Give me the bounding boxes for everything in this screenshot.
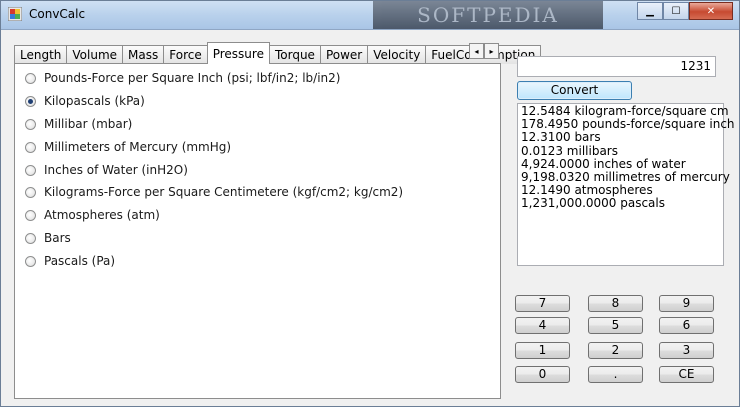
- radio-button[interactable]: [25, 186, 36, 198]
- maximize-button[interactable]: ☐: [663, 2, 689, 20]
- tab-scroll-left-icon[interactable]: ◂: [469, 43, 484, 59]
- key-4-button[interactable]: 4: [515, 317, 570, 334]
- key-8-button[interactable]: 8: [588, 295, 643, 312]
- tab-scroll-right-icon[interactable]: ▸: [484, 43, 499, 59]
- tab-volume[interactable]: Volume: [66, 45, 124, 64]
- key-decimal-button[interactable]: .: [588, 366, 643, 383]
- radio-label: Millimeters of Mercury (mmHg): [44, 140, 232, 154]
- tab-length[interactable]: Length: [14, 45, 68, 64]
- caption-buttons: ▁ ☐ ✕: [637, 2, 733, 21]
- tab-scroll-buttons: ◂ ▸: [469, 43, 499, 59]
- radio-label: Kilograms-Force per Square Centimetere (…: [44, 185, 404, 199]
- radio-button[interactable]: [25, 209, 36, 221]
- key-ce-button[interactable]: CE: [659, 366, 714, 383]
- radio-pascals[interactable]: Pascals (Pa): [25, 253, 115, 269]
- radio-atm[interactable]: Atmospheres (atm): [25, 207, 160, 223]
- convert-button[interactable]: Convert: [517, 81, 632, 100]
- tab-strip: Length Volume Mass Force Pressure Torque…: [14, 42, 542, 64]
- tab-force[interactable]: Force: [163, 45, 208, 64]
- radio-button[interactable]: [25, 72, 36, 84]
- window-title: ConvCalc: [29, 7, 86, 21]
- radio-label: Pounds-Force per Square Inch (psi; lbf/i…: [44, 71, 341, 85]
- radio-label: Millibar (mbar): [44, 117, 133, 131]
- app-window: ConvCalc SOFTPEDIA ▁ ☐ ✕ Length Volume M…: [0, 0, 740, 407]
- result-line: 0.0123 millibars: [521, 143, 618, 158]
- title-bar[interactable]: ConvCalc SOFTPEDIA ▁ ☐ ✕: [1, 1, 739, 30]
- radio-label: Inches of Water (inH2O): [44, 163, 188, 177]
- key-3-button[interactable]: 3: [659, 342, 714, 359]
- tab-power[interactable]: Power: [319, 45, 369, 64]
- tab-velocity[interactable]: Velocity: [367, 45, 427, 64]
- tab-mass[interactable]: Mass: [122, 45, 165, 64]
- tab-torque[interactable]: Torque: [268, 45, 321, 64]
- radio-label: Pascals (Pa): [44, 254, 116, 268]
- radio-label: Kilopascals (kPa): [44, 94, 145, 108]
- radio-bars[interactable]: Bars: [25, 230, 71, 246]
- key-9-button[interactable]: 9: [659, 295, 714, 312]
- app-icon: [8, 7, 22, 21]
- radio-inh2o[interactable]: Inches of Water (inH2O): [25, 162, 188, 178]
- close-button[interactable]: ✕: [689, 2, 733, 20]
- key-5-button[interactable]: 5: [588, 317, 643, 334]
- radio-label: Atmospheres (atm): [44, 208, 160, 222]
- tab-pressure[interactable]: Pressure: [206, 42, 270, 64]
- key-6-button[interactable]: 6: [659, 317, 714, 334]
- key-2-button[interactable]: 2: [588, 342, 643, 359]
- radio-mbar[interactable]: Millibar (mbar): [25, 116, 132, 132]
- result-line: 1,231,000.0000 pascals: [521, 196, 665, 211]
- value-input[interactable]: 1231: [517, 56, 716, 77]
- minimize-button[interactable]: ▁: [637, 2, 663, 20]
- radio-button-selected[interactable]: [25, 95, 36, 107]
- radio-mmhg[interactable]: Millimeters of Mercury (mmHg): [25, 139, 231, 155]
- client-area: Length Volume Mass Force Pressure Torque…: [8, 39, 735, 401]
- radio-kgf-cm2[interactable]: Kilograms-Force per Square Centimetere (…: [25, 184, 403, 200]
- key-7-button[interactable]: 7: [515, 295, 570, 312]
- radio-kpa[interactable]: Kilopascals (kPa): [25, 93, 145, 109]
- result-line: 12.3100 bars: [521, 130, 601, 145]
- results-list[interactable]: 12.5484 kilogram-force/square cm 178.495…: [517, 103, 735, 266]
- radio-button[interactable]: [25, 141, 36, 153]
- radio-button[interactable]: [25, 255, 36, 267]
- radio-button[interactable]: [25, 232, 36, 244]
- radio-label: Bars: [44, 231, 71, 245]
- key-0-button[interactable]: 0: [515, 366, 570, 383]
- pressure-tab-panel: Pounds-Force per Square Inch (psi; lbf/i…: [14, 63, 501, 399]
- radio-button[interactable]: [25, 164, 36, 176]
- softpedia-watermark: SOFTPEDIA: [373, 1, 603, 29]
- radio-psi[interactable]: Pounds-Force per Square Inch (psi; lbf/i…: [25, 70, 340, 86]
- radio-button[interactable]: [25, 118, 36, 130]
- key-1-button[interactable]: 1: [515, 342, 570, 359]
